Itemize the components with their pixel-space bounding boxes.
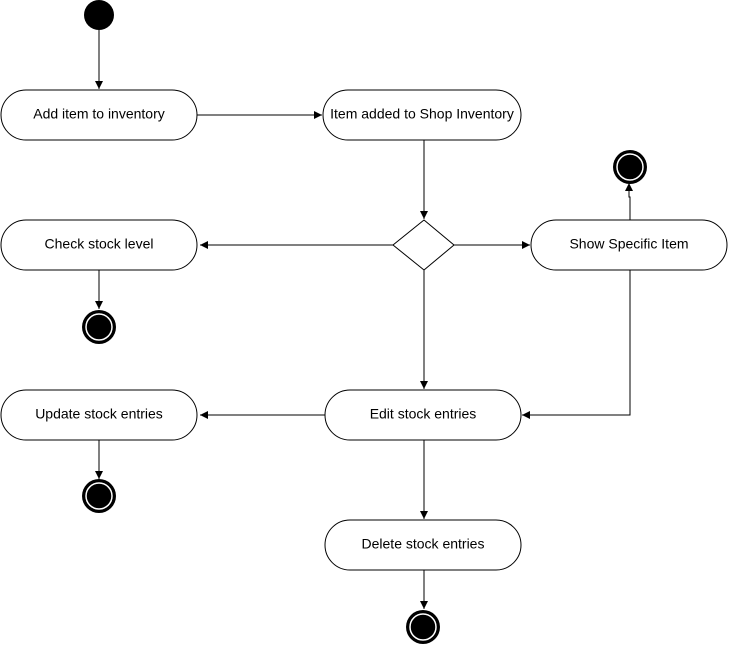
- activity-show-item: Show Specific Item: [530, 219, 728, 271]
- activity-show-item-label: Show Specific Item: [569, 236, 688, 252]
- edge-show-item-to-edit-stock: [522, 270, 631, 419]
- activity-edit-stock: Edit stock entries: [324, 389, 522, 441]
- initial-node: [84, 0, 114, 30]
- final-node-delete-stock: [406, 610, 440, 644]
- activity-edit-stock-label: Edit stock entries: [370, 406, 477, 422]
- activity-item-added: Item added to Shop Inventory: [322, 89, 522, 141]
- activity-delete-stock-label: Delete stock entries: [362, 536, 485, 552]
- activity-delete-stock: Delete stock entries: [324, 519, 522, 571]
- activity-update-stock-label: Update stock entries: [35, 406, 163, 422]
- activity-item-added-label: Item added to Shop Inventory: [330, 106, 514, 122]
- final-node-show-item: [613, 150, 647, 184]
- final-node-update-stock: [82, 479, 116, 513]
- edge-show-item-to-end: [625, 183, 633, 220]
- activity-check-stock: Check stock level: [0, 219, 198, 271]
- activity-add-item: Add item to inventory: [0, 89, 198, 141]
- decision-node: [392, 219, 455, 271]
- activity-add-item-label: Add item to inventory: [33, 106, 165, 122]
- activity-update-stock: Update stock entries: [0, 389, 198, 441]
- final-node-check-stock: [82, 310, 116, 344]
- activity-diagram: Add item to inventory Item added to Shop…: [0, 0, 728, 644]
- activity-check-stock-label: Check stock level: [45, 236, 154, 252]
